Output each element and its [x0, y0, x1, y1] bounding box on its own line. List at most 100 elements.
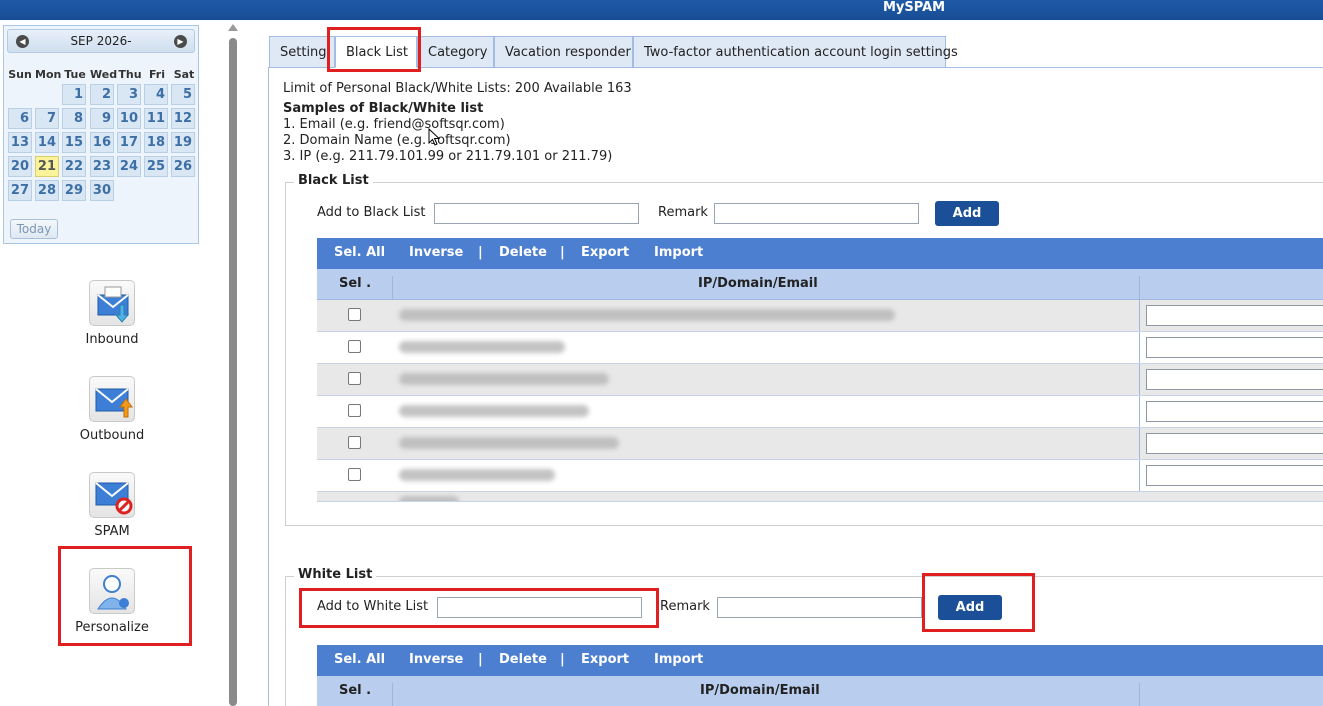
calendar-day[interactable]: 30 — [90, 180, 114, 201]
today-button[interactable]: Today — [10, 219, 58, 239]
calendar-day[interactable]: 29 — [62, 180, 86, 201]
row-remark-input[interactable] — [1146, 305, 1323, 326]
calendar-day[interactable]: 2 — [90, 84, 114, 105]
calendar-weekday: Tue — [64, 68, 86, 81]
nav-inbound[interactable]: Inbound — [62, 280, 162, 347]
black-list-add-button[interactable]: Add — [935, 201, 999, 226]
black-list-import[interactable]: Import — [654, 245, 703, 260]
toolbar-separator: | — [478, 652, 483, 667]
calendar-day[interactable]: 24 — [117, 156, 141, 177]
calendar-day[interactable]: 1 — [62, 84, 86, 105]
black-list-legend: Black List — [294, 173, 373, 188]
row-remark-input[interactable] — [1146, 369, 1323, 390]
calendar-day[interactable]: 5 — [171, 84, 195, 105]
row-remark-input[interactable] — [1146, 337, 1323, 358]
calendar-day[interactable]: 15 — [62, 132, 86, 153]
calendar-day[interactable]: 8 — [62, 108, 86, 129]
row-remark-input[interactable] — [1146, 401, 1323, 422]
sidebar: ◀ SEP 2026- ▶ Sun Mon Tue Wed Thu Fri Sa… — [0, 20, 222, 706]
row-remark-input[interactable] — [1146, 465, 1323, 486]
black-list-remark-input[interactable] — [714, 203, 919, 224]
table-row — [317, 364, 1323, 396]
calendar-month-label[interactable]: SEP 2026- — [8, 34, 194, 48]
table-row — [317, 460, 1323, 492]
redacted-entry — [399, 405, 589, 417]
calendar-header: ◀ SEP 2026- ▶ — [7, 29, 195, 53]
calendar: ◀ SEP 2026- ▶ Sun Mon Tue Wed Thu Fri Sa… — [3, 25, 199, 244]
white-list-select-all[interactable]: Sel. All — [334, 652, 385, 667]
calendar-day[interactable]: 6 — [8, 108, 32, 129]
sample-email: 1. Email (e.g. friend@softsqr.com) — [283, 117, 505, 132]
tab-vacation-responder[interactable]: Vacation responder — [494, 36, 633, 68]
black-list-inverse[interactable]: Inverse — [409, 245, 463, 260]
nav-outbound[interactable]: Outbound — [62, 376, 162, 443]
row-remark-input[interactable] — [1146, 433, 1323, 454]
calendar-day[interactable]: 7 — [35, 108, 59, 129]
scroll-up-arrow-icon[interactable] — [228, 24, 238, 31]
app-title: MySPAM — [883, 0, 946, 15]
white-list-toolbar: Sel. All Inverse | Delete | Export Impor… — [317, 645, 1323, 676]
row-checkbox[interactable] — [348, 436, 361, 449]
white-list-inverse[interactable]: Inverse — [409, 652, 463, 667]
white-list-remark-input[interactable] — [717, 597, 922, 618]
chevron-right-icon[interactable]: ▶ — [174, 35, 187, 48]
redacted-entry — [399, 469, 555, 481]
calendar-day[interactable]: 16 — [90, 132, 114, 153]
row-checkbox[interactable] — [348, 372, 361, 385]
toolbar-separator: | — [478, 245, 483, 260]
nav-label: Outbound — [79, 428, 145, 443]
black-list-entry-input[interactable] — [434, 203, 639, 224]
sample-domain: 2. Domain Name (e.g. softsqr.com) — [283, 133, 511, 148]
calendar-day[interactable]: 19 — [171, 132, 195, 153]
column-divider — [1139, 460, 1140, 491]
calendar-day-today[interactable]: 21 — [35, 156, 59, 177]
calendar-day[interactable]: 11 — [144, 108, 168, 129]
tab-category[interactable]: Category — [417, 36, 494, 68]
calendar-day[interactable]: 25 — [144, 156, 168, 177]
toolbar-separator: | — [560, 652, 565, 667]
calendar-day[interactable]: 10 — [117, 108, 141, 129]
calendar-day[interactable]: 13 — [8, 132, 32, 153]
add-to-white-list-label: Add to White List — [317, 599, 429, 614]
calendar-day[interactable]: 23 — [90, 156, 114, 177]
nav-personalize[interactable]: Personalize — [62, 568, 162, 635]
white-list-export[interactable]: Export — [581, 652, 629, 667]
white-list-import[interactable]: Import — [654, 652, 703, 667]
calendar-day[interactable]: 27 — [8, 180, 32, 201]
white-list-delete[interactable]: Delete — [499, 652, 547, 667]
nav-spam[interactable]: SPAM — [62, 472, 162, 539]
top-bar: MySPAM — [0, 0, 1323, 20]
calendar-day[interactable]: 28 — [35, 180, 59, 201]
calendar-day[interactable]: 12 — [171, 108, 195, 129]
calendar-day[interactable]: 4 — [144, 84, 168, 105]
black-list-select-all[interactable]: Sel. All — [334, 245, 385, 260]
calendar-day[interactable]: 3 — [117, 84, 141, 105]
calendar-day[interactable]: 9 — [90, 108, 114, 129]
black-list-delete[interactable]: Delete — [499, 245, 547, 260]
calendar-day[interactable]: 17 — [117, 132, 141, 153]
tab-black-list[interactable]: Black List — [335, 36, 417, 68]
calendar-weekday: Wed — [90, 68, 118, 81]
column-divider — [1139, 364, 1140, 395]
calendar-day[interactable]: 26 — [171, 156, 195, 177]
row-checkbox[interactable] — [348, 468, 361, 481]
black-list-remark-label: Remark — [658, 205, 708, 220]
calendar-day[interactable]: 18 — [144, 132, 168, 153]
calendar-weekday: Sun — [8, 68, 32, 81]
tab-two-factor-authentication[interactable]: Two-factor authentication account login … — [633, 36, 958, 68]
sidebar-scrollbar[interactable] — [229, 38, 237, 706]
column-sel: Sel . — [339, 276, 372, 291]
row-checkbox[interactable] — [348, 308, 361, 321]
black-list-toolbar: Sel. All Inverse | Delete | Export Impor… — [317, 238, 1323, 269]
toolbar-separator: | — [560, 245, 565, 260]
white-list-add-button[interactable]: Add — [938, 595, 1002, 620]
row-checkbox[interactable] — [348, 404, 361, 417]
tab-setting[interactable]: Setting — [269, 36, 335, 68]
calendar-day[interactable]: 22 — [62, 156, 86, 177]
calendar-day[interactable]: 14 — [35, 132, 59, 153]
black-list-export[interactable]: Export — [581, 245, 629, 260]
row-checkbox[interactable] — [348, 340, 361, 353]
calendar-day[interactable]: 20 — [8, 156, 32, 177]
white-list-entry-input[interactable] — [437, 597, 642, 618]
nav-label: Personalize — [75, 620, 149, 635]
